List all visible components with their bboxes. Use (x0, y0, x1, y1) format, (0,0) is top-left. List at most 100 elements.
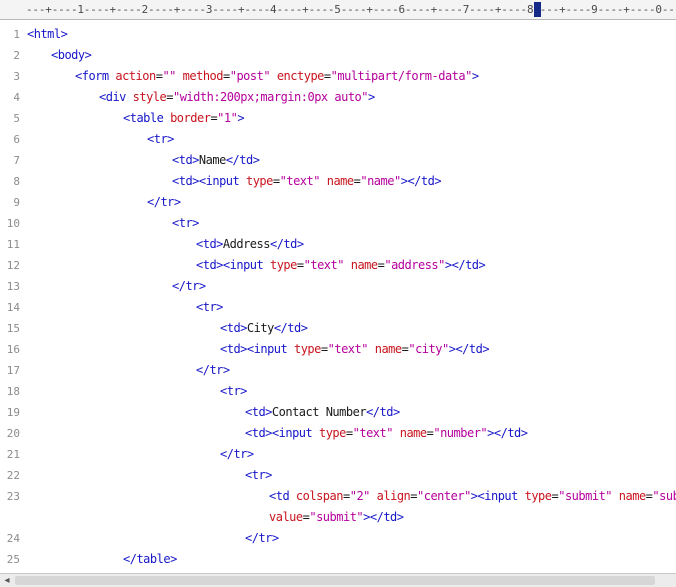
code-text[interactable]: <tr> (172, 213, 199, 234)
punct-token (393, 426, 400, 440)
tag-token: <div (99, 90, 133, 104)
line-number: 5 (13, 112, 20, 125)
value-token: "number" (433, 426, 488, 440)
code-line[interactable]: 24 </tr> (0, 528, 676, 549)
code-text[interactable]: <td>Contact Number</td> (245, 402, 400, 423)
code-line[interactable]: 15 <td>City</td> (0, 318, 676, 339)
code-line[interactable]: 1 <html> (0, 24, 676, 45)
line-number: 19 (6, 406, 20, 419)
attr-token: method (182, 69, 224, 83)
horizontal-scrollbar[interactable]: ◂ (0, 573, 676, 587)
code-line[interactable]: 10 <tr> (0, 213, 676, 234)
code-text[interactable]: <form action="" method="post" enctype="m… (75, 66, 479, 87)
code-line[interactable]: 3 <form action="" method="post" enctype=… (0, 66, 676, 87)
line-number: 3 (13, 70, 20, 83)
code-line[interactable]: 22 <tr> (0, 465, 676, 486)
code-line[interactable]: 20 <td><input type="text" name="number">… (0, 423, 676, 444)
column-ruler: ---+----1----+----2----+----3----+----4-… (0, 0, 676, 20)
value-token: "city" (408, 342, 449, 356)
line-number: 25 (6, 553, 20, 566)
code-line[interactable]: 5 <table border="1"> (0, 108, 676, 129)
code-lines[interactable]: 1 <html> 2 <body> 3 <form action = "" meth… (0, 24, 676, 570)
code-text[interactable]: <td colspan="2" align="center"><input ty… (269, 486, 676, 507)
tag-token: </table> (123, 552, 177, 566)
code-text[interactable]: </tr> (196, 360, 230, 381)
code-line[interactable]: 7 <td>Name</td> (0, 150, 676, 171)
line-number: 13 (6, 280, 20, 293)
code-text[interactable]: <tr> (220, 381, 247, 402)
code-line[interactable]: 23 <td colspan="2" align="center"><input… (0, 486, 676, 507)
code-line[interactable]: 11 <td>Address</td> (0, 234, 676, 255)
tag-token: </tr> (196, 363, 230, 377)
code-text[interactable]: <td>Address</td> (196, 234, 304, 255)
code-line[interactable]: 19 <td>Contact Number</td> (0, 402, 676, 423)
code-line-wrapped[interactable]: value="submit"></td> (0, 507, 676, 528)
code-text[interactable]: </table> (123, 549, 177, 570)
punct-token: = (272, 174, 280, 188)
code-text[interactable]: <td>City</td> (220, 318, 308, 339)
line-number: 1 (13, 28, 20, 41)
tag-token: ></td> (448, 342, 490, 356)
code-text[interactable]: value="submit"></td> (269, 507, 404, 528)
code-text[interactable]: <tr> (196, 297, 223, 318)
scrollbar-thumb[interactable] (15, 576, 655, 585)
value-token: "center" (417, 489, 471, 503)
tag-token: <tr> (245, 468, 272, 482)
line-number: 22 (6, 469, 20, 482)
line-number: 11 (6, 238, 20, 251)
value-token: "submit" (558, 489, 613, 503)
attr-token: type (318, 426, 346, 440)
code-line[interactable]: 16 <td><input type="text" name="city"></… (0, 339, 676, 360)
tag-token: ></td> (444, 258, 486, 272)
code-line[interactable]: 2 <body> (0, 45, 676, 66)
code-text[interactable]: <div style="width:200px;margin:0px auto"… (99, 87, 375, 108)
value-token: "" (162, 69, 176, 83)
code-text[interactable]: </tr> (172, 276, 206, 297)
code-text[interactable]: </tr> (147, 192, 181, 213)
code-line[interactable]: 4 <div style="width:200px;margin:0px aut… (0, 87, 676, 108)
code-line[interactable]: 18 <tr> (0, 381, 676, 402)
code-text[interactable]: <td>Name</td> (172, 150, 260, 171)
code-text[interactable]: <td><input type="text" name="city"></td> (220, 339, 490, 360)
code-text[interactable]: <tr> (245, 465, 272, 486)
value-token: "post" (229, 69, 271, 83)
code-line[interactable]: 17 </tr> (0, 360, 676, 381)
code-line[interactable]: 9 </tr> (0, 192, 676, 213)
value-token: "submit" (309, 510, 364, 524)
attr-token: name (374, 342, 402, 356)
code-line[interactable]: 8 <td><input type="text" name="name"></t… (0, 171, 676, 192)
attr-token: align (376, 489, 411, 503)
punct-token: = (345, 426, 353, 440)
text-token: Contact Number (271, 405, 367, 419)
punct-token: = (342, 489, 350, 503)
code-text[interactable]: <td><input type="text" name="address"></… (196, 255, 486, 276)
code-line[interactable]: 6 <tr> (0, 129, 676, 150)
line-number: 8 (13, 175, 20, 188)
punct-token (320, 174, 327, 188)
code-text[interactable]: </tr> (220, 444, 254, 465)
tag-token: > (237, 111, 245, 125)
tag-token: <td> (196, 237, 223, 251)
code-text[interactable]: <tr> (147, 129, 174, 150)
code-line[interactable]: 25 </table> (0, 549, 676, 570)
code-text[interactable]: <td><input type="text" name="number"></t… (245, 423, 528, 444)
code-line[interactable]: 13 </tr> (0, 276, 676, 297)
value-token: "text" (352, 426, 394, 440)
line-number: 20 (6, 427, 20, 440)
line-number: 15 (6, 322, 20, 335)
code-line[interactable]: 12 <td><input type="text" name="address"… (0, 255, 676, 276)
code-line[interactable]: 14 <tr> (0, 297, 676, 318)
code-line[interactable]: 21 </tr> (0, 444, 676, 465)
code-text[interactable]: <table border="1"> (123, 108, 245, 129)
value-token: "submit" (652, 489, 676, 503)
code-text[interactable]: <body> (51, 45, 92, 66)
code-text[interactable]: </tr> (245, 528, 279, 549)
tag-token: </td> (273, 321, 308, 335)
code-text[interactable]: <td><input type="text" name="name"></td> (172, 171, 442, 192)
code-editor[interactable]: ---+----1----+----2----+----3----+----4-… (0, 0, 676, 587)
tag-token: ></td> (363, 510, 404, 524)
punct-token: = (320, 342, 328, 356)
code-text[interactable]: <html> (27, 24, 68, 45)
scroll-left-arrow-icon[interactable]: ◂ (1, 575, 13, 587)
text-token: Name (198, 153, 226, 167)
